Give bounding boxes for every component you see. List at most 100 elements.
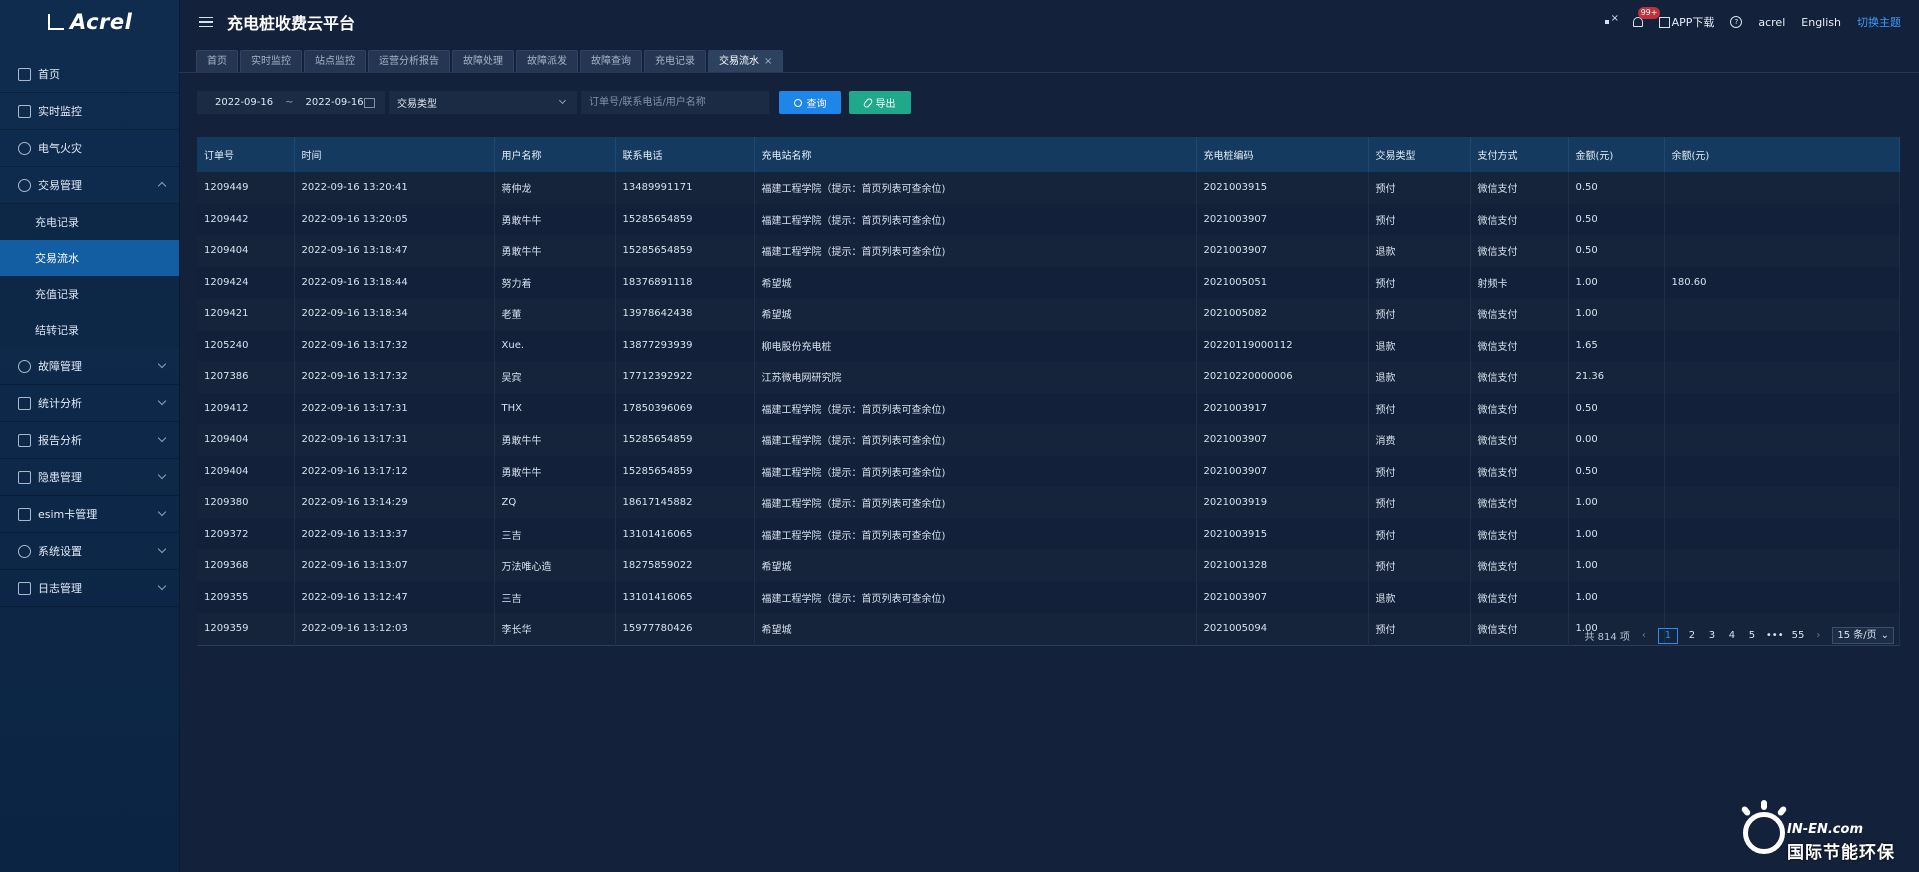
sidebar-item-home[interactable]: 首页 bbox=[0, 56, 179, 93]
page-button[interactable]: 3 bbox=[1706, 630, 1718, 641]
sidebar-item-statistics[interactable]: 统计分析 bbox=[0, 385, 179, 422]
table-cell: 17712392922 bbox=[615, 361, 755, 393]
page-button-current[interactable]: 1 bbox=[1657, 627, 1678, 644]
table-cell: 预付 bbox=[1368, 392, 1471, 424]
sidebar-item-realtime-monitor[interactable]: 实时监控 bbox=[0, 93, 179, 130]
table-row[interactable]: 1209412 2022-09-16 13:17:31 THX 17850396069… bbox=[197, 392, 1900, 424]
sidebar-item-label: 日志管理 bbox=[38, 582, 82, 595]
table-row[interactable]: 1209404 2022-09-16 13:18:47 勇敢牛牛 1528565485… bbox=[197, 235, 1900, 267]
sidebar-item-hazards[interactable]: 隐患管理 bbox=[0, 459, 179, 496]
tab-realtime-monitor[interactable]: 实时监控 bbox=[240, 50, 302, 73]
column-header[interactable]: 余额(元) bbox=[1664, 137, 1900, 172]
column-header[interactable]: 用户名称 bbox=[494, 137, 616, 172]
table-cell: 1209404 bbox=[197, 455, 295, 487]
date-range-picker[interactable]: 2022-09-16 ~ 2022-09-16 bbox=[197, 91, 385, 114]
table-cell: 万法唯心造 bbox=[494, 550, 616, 582]
tab-site-monitor[interactable]: 站点监控 bbox=[304, 50, 366, 73]
table-cell: 微信支付 bbox=[1470, 235, 1569, 267]
table-cell: 微信支付 bbox=[1470, 518, 1569, 550]
table-row[interactable]: 1209404 2022-09-16 13:17:31 勇敢牛牛 1528565485… bbox=[197, 424, 1900, 456]
sidebar-item-settings[interactable]: 系统设置 bbox=[0, 533, 179, 570]
next-page-icon[interactable]: › bbox=[1812, 630, 1824, 641]
tab-home[interactable]: 首页 bbox=[196, 50, 238, 73]
table-row[interactable]: 1209380 2022-09-16 13:14:29 ZQ 18617145882 福… bbox=[197, 487, 1900, 519]
table-row[interactable]: 1207386 2022-09-16 13:17:32 吴宾 17712392922 江… bbox=[197, 361, 1900, 393]
table-cell bbox=[1664, 581, 1900, 613]
sidebar-subitem-recharge-records[interactable]: 充值记录 bbox=[0, 276, 179, 312]
page-button[interactable]: 2 bbox=[1686, 630, 1698, 641]
theme-switch[interactable]: 切换主题 bbox=[1857, 14, 1901, 30]
column-header[interactable]: 充电桩编码 bbox=[1196, 137, 1369, 172]
page-button[interactable]: 5 bbox=[1746, 630, 1758, 641]
user-name[interactable]: acrel bbox=[1758, 16, 1785, 29]
logo[interactable]: Acrel bbox=[0, 0, 179, 44]
column-header[interactable]: 交易类型 bbox=[1368, 137, 1471, 172]
column-header[interactable]: 充电站名称 bbox=[754, 137, 1197, 172]
sidebar-item-esim[interactable]: esim卡管理 bbox=[0, 496, 179, 533]
table-row[interactable]: 1209449 2022-09-16 13:20:41 蒋仲龙 13489991171… bbox=[197, 172, 1900, 204]
help-icon[interactable]: ? bbox=[1730, 16, 1743, 28]
table-cell: 希望城 bbox=[754, 298, 1197, 330]
close-icon[interactable]: × bbox=[764, 56, 772, 67]
sidebar-item-logs[interactable]: 日志管理 bbox=[0, 570, 179, 607]
sidebar-item-label: esim卡管理 bbox=[38, 508, 98, 521]
column-header[interactable]: 支付方式 bbox=[1470, 137, 1569, 172]
tab-fault-query[interactable]: 故障查询 bbox=[580, 50, 642, 73]
tab-fault-dispatch[interactable]: 故障派发 bbox=[516, 50, 578, 73]
prev-page-icon[interactable]: ‹ bbox=[1638, 630, 1650, 641]
sidebar-subitem-transaction-flow[interactable]: 交易流水 bbox=[0, 240, 179, 276]
sidebar-subitem-charging-records[interactable]: 充电记录 bbox=[0, 204, 179, 240]
table-cell: 预付 bbox=[1368, 487, 1471, 519]
table-row[interactable]: 1209442 2022-09-16 13:20:05 勇敢牛牛 1528565485… bbox=[197, 203, 1900, 235]
page-size-select[interactable]: 15 条/页 ⌄ bbox=[1832, 627, 1894, 644]
table-cell: 18275859022 bbox=[615, 550, 755, 582]
chevron-down-icon bbox=[558, 96, 567, 105]
warning-icon bbox=[18, 470, 31, 484]
table-row[interactable]: 1209372 2022-09-16 13:13:37 三吉 13101416065 福… bbox=[197, 518, 1900, 550]
page-button[interactable]: 4 bbox=[1726, 630, 1738, 641]
app-download-link[interactable]: APP下载 bbox=[1658, 14, 1714, 30]
table-cell: 21.36 bbox=[1568, 361, 1665, 393]
column-header[interactable]: 金额(元) bbox=[1568, 137, 1665, 172]
date-start: 2022-09-16 bbox=[215, 97, 274, 108]
export-button[interactable]: 导出 bbox=[849, 91, 911, 114]
mute-icon[interactable] bbox=[1604, 13, 1619, 27]
table-row[interactable]: 1209355 2022-09-16 13:12:47 三吉 13101416065 福… bbox=[197, 581, 1900, 613]
transaction-type-select[interactable]: 交易类型 bbox=[389, 91, 577, 114]
sidebar-item-transactions[interactable]: 交易管理 bbox=[0, 167, 179, 204]
query-button[interactable]: 查询 bbox=[779, 91, 841, 114]
table-row[interactable]: 1209421 2022-09-16 13:18:34 老董 13978642438 希… bbox=[197, 298, 1900, 330]
column-header[interactable]: 联系电话 bbox=[615, 137, 755, 172]
sidebar-item-reports[interactable]: 报告分析 bbox=[0, 422, 179, 459]
table-cell bbox=[1664, 203, 1900, 235]
sidebar-item-label: 电气火灾 bbox=[38, 142, 82, 155]
page-ellipsis[interactable]: ••• bbox=[1766, 630, 1784, 641]
sidebar-item-electrical-fire[interactable]: 电气火灾 bbox=[0, 130, 179, 167]
menu-toggle-icon[interactable] bbox=[199, 14, 213, 31]
tab-charging-records[interactable]: 充电记录 bbox=[644, 50, 706, 73]
sim-card-icon bbox=[18, 507, 31, 521]
search-input[interactable] bbox=[581, 91, 769, 114]
table-cell: 2022-09-16 13:12:03 bbox=[294, 613, 495, 645]
table-cell: THX bbox=[494, 392, 616, 424]
tab-fault-handling[interactable]: 故障处理 bbox=[452, 50, 514, 73]
language-switch[interactable]: English bbox=[1801, 16, 1841, 29]
sidebar-subitem-carryover-records[interactable]: 结转记录 bbox=[0, 312, 179, 348]
qrcode-icon bbox=[1658, 16, 1670, 28]
table-row[interactable]: 1209424 2022-09-16 13:18:44 努力着 18376891118… bbox=[197, 266, 1900, 298]
table-cell: 18376891118 bbox=[615, 266, 755, 298]
page-title: 充电桩收费云平台 bbox=[227, 14, 356, 33]
table-row[interactable]: 1205240 2022-09-16 13:17:32 Xue. 1387729393… bbox=[197, 329, 1900, 361]
column-header[interactable]: 时间 bbox=[294, 137, 495, 172]
table-row[interactable]: 1209368 2022-09-16 13:13:07 万法唯心造 182758590… bbox=[197, 550, 1900, 582]
bell-icon[interactable]: 99+ bbox=[1632, 7, 1661, 27]
table-row[interactable]: 1209404 2022-09-16 13:17:12 勇敢牛牛 1528565485… bbox=[197, 455, 1900, 487]
sidebar-item-fault-management[interactable]: 故障管理 bbox=[0, 348, 179, 385]
page-button-last[interactable]: 55 bbox=[1792, 630, 1805, 641]
column-header[interactable]: 订单号 bbox=[197, 137, 295, 172]
tab-transaction-flow[interactable]: 交易流水 × bbox=[708, 50, 784, 73]
table-cell: 退款 bbox=[1368, 581, 1471, 613]
tab-operation-report[interactable]: 运营分析报告 bbox=[368, 50, 450, 73]
table-cell: 2021003907 bbox=[1196, 203, 1369, 235]
table-cell: 15285654859 bbox=[615, 424, 755, 456]
